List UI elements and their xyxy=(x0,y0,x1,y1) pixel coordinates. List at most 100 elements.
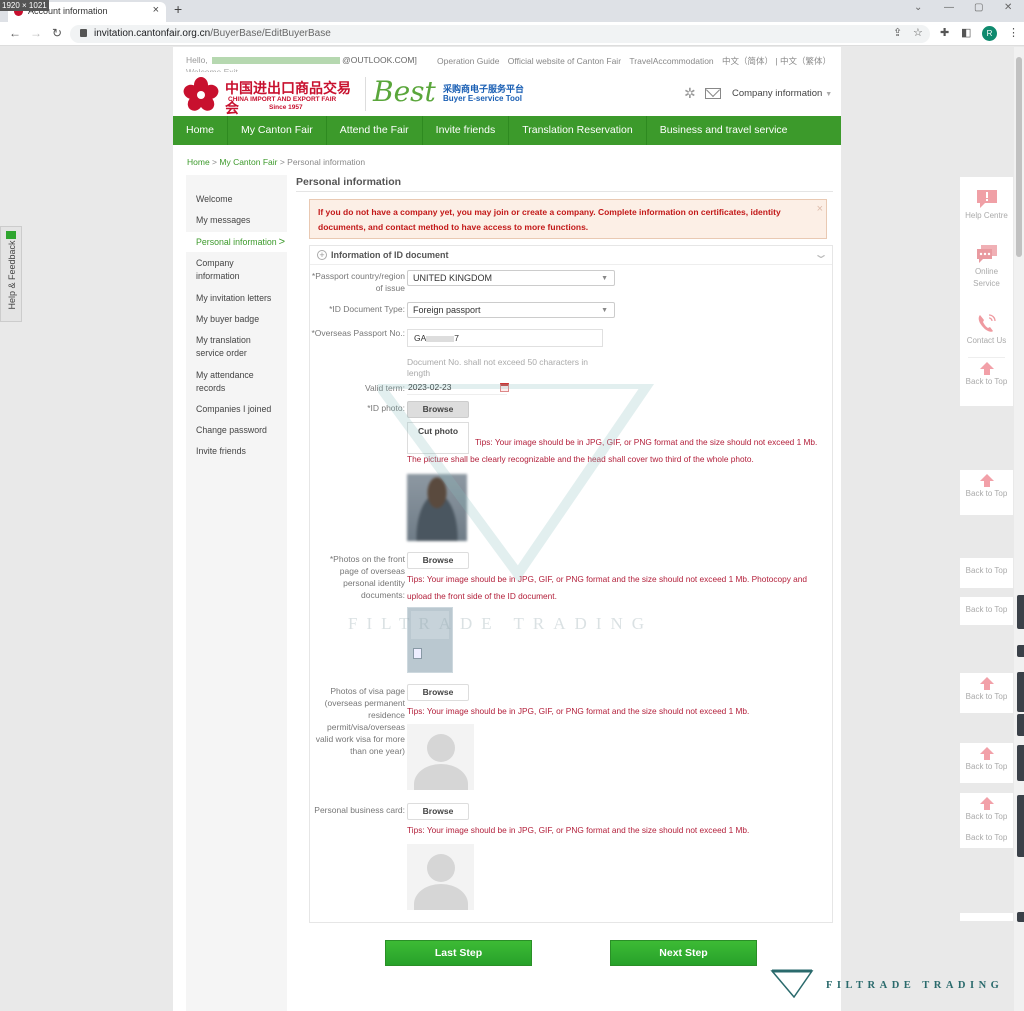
back-to-top-ghost[interactable]: Back to Top xyxy=(960,597,1013,625)
breadcrumb-my-canton-fair[interactable]: My Canton Fair xyxy=(219,157,277,167)
mail-icon[interactable] xyxy=(705,88,721,99)
side-widget-tab[interactable] xyxy=(1017,912,1024,922)
sidebar-item-personal-information[interactable]: Personal information > xyxy=(186,232,287,252)
back-to-top-ghost[interactable]: Back to Top xyxy=(960,558,1013,588)
back-to-top-label: Back to Top xyxy=(965,812,1008,821)
sidebar-item-my-messages[interactable]: My messages xyxy=(186,214,287,227)
nav-invite-friends[interactable]: Invite friends xyxy=(423,116,510,145)
minimize-button[interactable]: — xyxy=(944,2,954,13)
chevron-down-icon[interactable]: ⌄ xyxy=(813,247,829,261)
menu-icon[interactable]: ⋮ xyxy=(1008,26,1019,39)
passport-country-value: UNITED KINGDOM xyxy=(413,273,493,283)
share-icon[interactable]: ⇪ xyxy=(893,26,902,39)
arrow-up-icon xyxy=(979,362,994,375)
side-widget-tab[interactable] xyxy=(1017,714,1024,736)
link-operation-guide[interactable]: Operation Guide xyxy=(437,56,499,66)
sidebar-item-change-password[interactable]: Change password xyxy=(186,424,287,437)
sidebar-item-invitation-letters[interactable]: My invitation letters xyxy=(186,292,287,305)
valid-term-input[interactable]: 2023-02-23 xyxy=(407,380,507,395)
side-widget-tab[interactable] xyxy=(1017,672,1024,712)
passport-hint: Document No. shall not exceed 50 charact… xyxy=(407,357,588,378)
sidebar-item-welcome[interactable]: Welcome xyxy=(186,193,287,206)
back-to-top-button[interactable]: Back to Top xyxy=(960,362,1013,386)
help-centre-label: Help Centre xyxy=(965,211,1008,220)
id-document-type-select[interactable]: Foreign passport ▼ xyxy=(407,302,615,318)
side-widget-tab[interactable] xyxy=(1017,645,1024,657)
sidebar-item-companies-joined[interactable]: Companies I joined xyxy=(186,403,287,416)
back-to-top-ghost[interactable]: Back to Top xyxy=(960,470,1013,515)
next-step-button[interactable]: Next Step xyxy=(610,940,757,966)
company-information-dropdown[interactable]: Company information ▼ xyxy=(732,88,832,99)
welcome-exit[interactable]: Welcome Exit xyxy=(186,67,238,72)
side-widget-tab[interactable] xyxy=(1017,745,1024,781)
nav-attend-the-fair[interactable]: Attend the Fair xyxy=(327,116,423,145)
user-greeting: Hello, @OUTLOOK.COM] xyxy=(186,55,417,65)
online-service-button[interactable]: Online Service xyxy=(960,220,1013,290)
address-bar[interactable]: invitation.cantonfair.org.cn/BuyerBase/E… xyxy=(70,25,930,43)
visa-page-browse-button[interactable]: Browse xyxy=(407,684,469,701)
sidebar-item-attendance-records[interactable]: My attendance records xyxy=(186,369,266,395)
settings-gear-icon[interactable]: ✲ xyxy=(684,85,696,102)
online-service-label: Online Service xyxy=(973,267,1000,288)
label-front-page-photo: *Photos on the front page of overseas pe… xyxy=(329,554,405,600)
help-feedback-tab[interactable]: Help & Feedback xyxy=(0,226,22,322)
placeholder-head xyxy=(427,854,455,882)
panel-header[interactable]: + Information of ID document ⌄ xyxy=(310,246,832,265)
back-to-top-ghost[interactable]: Back to Top xyxy=(960,743,1013,783)
profile-avatar[interactable]: R xyxy=(982,26,997,41)
link-official-website[interactable]: Official website of Canton Fair xyxy=(508,56,621,66)
nav-home[interactable]: Home xyxy=(173,116,229,145)
nav-translation-reservation[interactable]: Translation Reservation xyxy=(509,116,647,145)
nav-business-travel[interactable]: Business and travel service xyxy=(647,116,801,145)
back-to-top-ghost[interactable]: Back to Top Back to Top xyxy=(960,793,1013,848)
passport-number-input[interactable]: GA 7 xyxy=(407,329,603,347)
label-business-card: Personal business card: xyxy=(314,805,405,815)
tab-search-icon[interactable]: ⌄ xyxy=(914,2,922,13)
arrow-up-icon xyxy=(979,677,994,690)
maximize-button[interactable]: ▢ xyxy=(974,2,983,13)
last-step-button[interactable]: Last Step xyxy=(385,940,532,966)
visa-page-tips: Tips: Your image should be in JPG, GIF, … xyxy=(407,706,750,716)
canton-fair-logo[interactable]: 中国进出口商品交易会 CHINA IMPORT AND EXPORT FAIR … xyxy=(183,77,355,117)
tab-close-icon[interactable]: × xyxy=(153,4,159,16)
id-document-panel: + Information of ID document ⌄ *Passport… xyxy=(309,245,833,923)
alert-close-icon[interactable]: × xyxy=(817,202,823,217)
link-chinese-simplified[interactable]: 中文（简体） xyxy=(722,56,773,66)
sidebar-item-company-information[interactable]: Company information xyxy=(186,257,266,283)
phone-icon xyxy=(978,314,996,332)
passport-prefix: GA xyxy=(414,333,427,343)
breadcrumb-home[interactable]: Home xyxy=(187,157,210,167)
back-to-top-ghost[interactable]: Back to Top xyxy=(960,673,1013,713)
sidebar-item-invite-friends[interactable]: Invite friends xyxy=(186,445,287,458)
reload-icon[interactable]: ↻ xyxy=(52,26,62,40)
close-window-button[interactable]: ✕ xyxy=(1004,2,1012,13)
front-page-browse-button[interactable]: Browse xyxy=(407,552,469,569)
side-panel-icon[interactable]: ◧ xyxy=(961,26,971,39)
lock-icon xyxy=(80,29,87,37)
arrow-up-icon xyxy=(979,797,994,810)
new-tab-button[interactable]: + xyxy=(174,1,182,17)
sidebar-item-translation-order[interactable]: My translation service order xyxy=(186,334,266,360)
passport-country-select[interactable]: UNITED KINGDOM ▼ xyxy=(407,270,615,286)
bookmark-star-icon[interactable]: ☆ xyxy=(913,26,923,39)
breadcrumb-separator: > xyxy=(209,157,220,167)
scrollbar-thumb[interactable] xyxy=(1016,57,1022,257)
nav-my-canton-fair[interactable]: My Canton Fair xyxy=(228,116,327,145)
link-travel-accommodation[interactable]: TravelAccommodation xyxy=(629,56,713,66)
page-scrollbar[interactable] xyxy=(1014,47,1024,1011)
help-centre-button[interactable]: Help Centre xyxy=(960,177,1013,220)
side-widget-tab[interactable] xyxy=(1017,795,1024,857)
id-photo-browse-button[interactable]: Browse xyxy=(407,401,469,418)
forward-icon[interactable]: → xyxy=(30,26,42,40)
breadcrumb-separator: > xyxy=(277,157,288,167)
sidebar-item-buyer-badge[interactable]: My buyer badge xyxy=(186,313,287,326)
back-icon[interactable]: ← xyxy=(9,26,21,40)
side-widget-tab[interactable] xyxy=(1017,595,1024,629)
contact-us-button[interactable]: Contact Us xyxy=(960,290,1013,345)
business-card-browse-button[interactable]: Browse xyxy=(407,803,469,820)
watermark-text: FILTRADE TRADING xyxy=(348,614,654,633)
chevron-right-icon: > xyxy=(278,236,285,248)
calendar-icon[interactable] xyxy=(500,383,509,392)
extensions-icon[interactable]: ✚ xyxy=(940,26,949,39)
link-chinese-traditional[interactable]: | 中文（繁体） xyxy=(775,56,831,66)
